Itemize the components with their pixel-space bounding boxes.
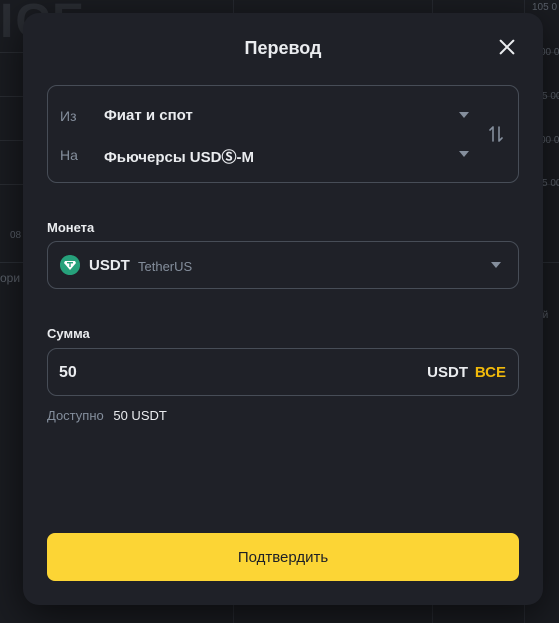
caret-down-icon: [459, 112, 469, 118]
available-value: 50 USDT: [113, 408, 167, 423]
price-axis-label: 5 00: [542, 91, 559, 102]
background-tab: ори: [0, 271, 21, 285]
confirm-button[interactable]: Подтвердить: [47, 533, 519, 581]
time-axis-label: 08: [10, 230, 22, 241]
amount-unit: USDT: [427, 364, 468, 381]
available-balance: Доступно 50 USDT: [47, 408, 167, 423]
modal-title: Перевод: [244, 38, 322, 58]
price-axis-label: 5 00: [542, 178, 559, 189]
to-wallet-value: Фьючерсы USDⓈ-M: [104, 149, 254, 166]
available-label: Доступно: [47, 408, 104, 423]
amount-label: Сумма: [47, 326, 90, 341]
coin-symbol: USDT: [89, 257, 130, 274]
tether-icon: [60, 255, 80, 275]
swap-icon[interactable]: [488, 124, 504, 144]
to-wallet-select[interactable]: На Фьючерсы USDⓈ-M: [48, 140, 478, 170]
wallet-selector: Из Фиат и спот На Фьючерсы USDⓈ-M: [47, 85, 519, 183]
coin-name: TetherUS: [138, 259, 193, 274]
coin-select[interactable]: USDT TetherUS: [47, 241, 519, 289]
price-axis-label: 105 0: [532, 2, 558, 13]
from-prefix: Из: [60, 108, 77, 124]
amount-field: USDT ВСЕ: [47, 348, 519, 396]
from-wallet-value: Фиат и спот: [104, 107, 193, 124]
amount-input[interactable]: [59, 361, 359, 385]
max-button[interactable]: ВСЕ: [475, 364, 506, 381]
caret-down-icon: [459, 151, 469, 157]
coin-label: Монета: [47, 220, 95, 235]
transfer-modal: Перевод Из Фиат и спот На Фьючерсы USDⓈ-…: [23, 13, 543, 605]
close-icon[interactable]: [495, 35, 519, 59]
caret-down-icon: [491, 262, 501, 268]
to-prefix: На: [60, 147, 78, 163]
from-wallet-select[interactable]: Из Фиат и спот: [48, 101, 478, 131]
